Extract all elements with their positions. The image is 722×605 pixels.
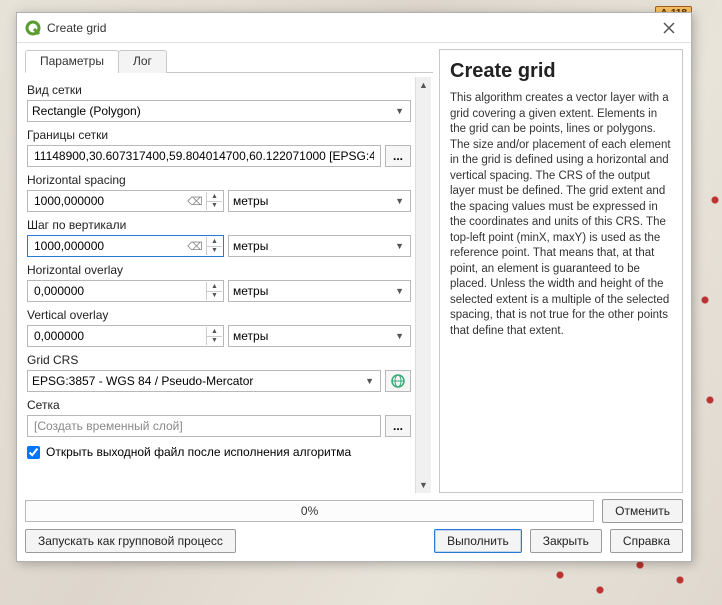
cancel-progress-button[interactable]: Отменить [602, 499, 683, 523]
combo-grid-type-value: Rectangle (Polygon) [32, 104, 141, 118]
tab-log[interactable]: Лог [118, 50, 167, 73]
checkbox-open-after[interactable] [27, 446, 40, 459]
extent-options-button[interactable]: ... [385, 145, 411, 167]
label-grid-type: Вид сетки [27, 83, 411, 97]
run-button[interactable]: Выполнить [434, 529, 522, 553]
chevron-down-icon: ▼ [393, 331, 406, 341]
clear-icon[interactable]: ⌫ [187, 193, 203, 209]
spin-voverlay[interactable]: ▲▼ [27, 325, 224, 347]
combo-hspacing-unit-value: метры [233, 194, 268, 208]
combo-vspacing-unit[interactable]: метры ▼ [228, 235, 411, 257]
help-title: Create grid [450, 60, 672, 83]
label-extent: Границы сетки [27, 128, 411, 142]
dialog-create-grid: Create grid Параметры Лог Вид сетки Rect… [16, 12, 692, 562]
label-hspacing: Horizontal spacing [27, 173, 411, 187]
combo-vspacing-unit-value: метры [233, 239, 268, 253]
vspacing-stepper[interactable]: ▲▼ [206, 237, 222, 255]
label-output: Сетка [27, 398, 411, 412]
label-crs: Grid CRS [27, 353, 411, 367]
help-panel: Create grid This algorithm creates a vec… [439, 49, 683, 493]
help-button[interactable]: Справка [610, 529, 683, 553]
hspacing-stepper[interactable]: ▲▼ [206, 192, 222, 210]
spin-voverlay-field[interactable] [32, 328, 205, 344]
help-body: This algorithm creates a vector layer wi… [450, 91, 672, 339]
label-open-after: Открыть выходной файл после исполнения а… [46, 445, 351, 459]
combo-grid-type[interactable]: Rectangle (Polygon) ▼ [27, 100, 411, 122]
scroll-down-icon[interactable]: ▼ [416, 477, 431, 493]
combo-hoverlay-unit[interactable]: метры ▼ [228, 280, 411, 302]
qgis-icon [25, 20, 41, 36]
combo-hoverlay-unit-value: метры [233, 284, 268, 298]
label-hoverlay: Horizontal overlay [27, 263, 411, 277]
label-vspacing: Шаг по вертикали [27, 218, 411, 232]
spin-vspacing-field[interactable] [32, 238, 205, 254]
spin-vspacing[interactable]: ⌫ ▲▼ [27, 235, 224, 257]
spin-hoverlay-field[interactable] [32, 283, 205, 299]
spin-hspacing[interactable]: ⌫ ▲▼ [27, 190, 224, 212]
combo-voverlay-unit[interactable]: метры ▼ [228, 325, 411, 347]
input-extent-field[interactable] [32, 148, 376, 164]
combo-crs[interactable]: EPSG:3857 - WGS 84 / Pseudo-Mercator ▼ [27, 370, 381, 392]
input-output[interactable] [27, 415, 381, 437]
combo-crs-value: EPSG:3857 - WGS 84 / Pseudo-Mercator [32, 374, 253, 388]
spin-hspacing-field[interactable] [32, 193, 205, 209]
crs-select-button[interactable] [385, 370, 411, 392]
tab-bar: Параметры Лог [25, 49, 433, 73]
chevron-down-icon: ▼ [363, 376, 376, 386]
hoverlay-stepper[interactable]: ▲▼ [206, 282, 222, 300]
close-window-button[interactable] [655, 18, 683, 38]
combo-voverlay-unit-value: метры [233, 329, 268, 343]
input-extent[interactable] [27, 145, 381, 167]
window-title: Create grid [47, 21, 655, 35]
combo-hspacing-unit[interactable]: метры ▼ [228, 190, 411, 212]
output-options-button[interactable]: ... [385, 415, 411, 437]
clear-icon[interactable]: ⌫ [187, 238, 203, 254]
chevron-down-icon: ▼ [393, 241, 406, 251]
tab-parameters[interactable]: Параметры [25, 50, 119, 73]
chevron-down-icon: ▼ [393, 106, 406, 116]
chevron-down-icon: ▼ [393, 196, 406, 206]
globe-icon [390, 373, 406, 389]
progress-text: 0% [301, 504, 318, 518]
titlebar: Create grid [17, 13, 691, 43]
chevron-down-icon: ▼ [393, 286, 406, 296]
spin-hoverlay[interactable]: ▲▼ [27, 280, 224, 302]
run-batch-button[interactable]: Запускать как групповой процесс [25, 529, 236, 553]
close-button[interactable]: Закрыть [530, 529, 602, 553]
voverlay-stepper[interactable]: ▲▼ [206, 327, 222, 345]
input-output-field[interactable] [32, 418, 376, 434]
label-voverlay: Vertical overlay [27, 308, 411, 322]
params-scrollbar[interactable]: ▲ ▼ [415, 77, 431, 493]
progress-bar: 0% [25, 500, 594, 522]
scroll-up-icon[interactable]: ▲ [416, 77, 431, 93]
